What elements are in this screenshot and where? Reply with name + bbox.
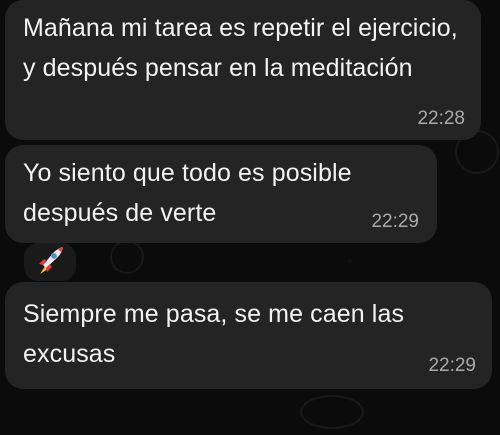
wallpaper-doodle [110, 240, 144, 274]
message-timestamp: 22:29 [428, 355, 476, 376]
wallpaper-doodle [300, 395, 364, 429]
emoji-message[interactable] [24, 243, 76, 281]
message-bubble[interactable]: Mañana mi tarea es repetir el ejercicio,… [5, 0, 481, 140]
message-timestamp: 22:28 [417, 108, 465, 129]
message-timestamp: 22:29 [371, 211, 419, 232]
message-text: Mañana mi tarea es repetir el ejercicio,… [23, 14, 458, 82]
message-text: Siempre me pasa, se me caen las excusas [23, 300, 405, 368]
message-text: Yo siento que todo es posible después de… [23, 159, 352, 227]
rocket-icon [39, 247, 63, 274]
message-bubble[interactable]: Siempre me pasa, se me caen las excusas … [5, 282, 492, 389]
message-bubble[interactable]: Yo siento que todo es posible después de… [5, 145, 437, 243]
